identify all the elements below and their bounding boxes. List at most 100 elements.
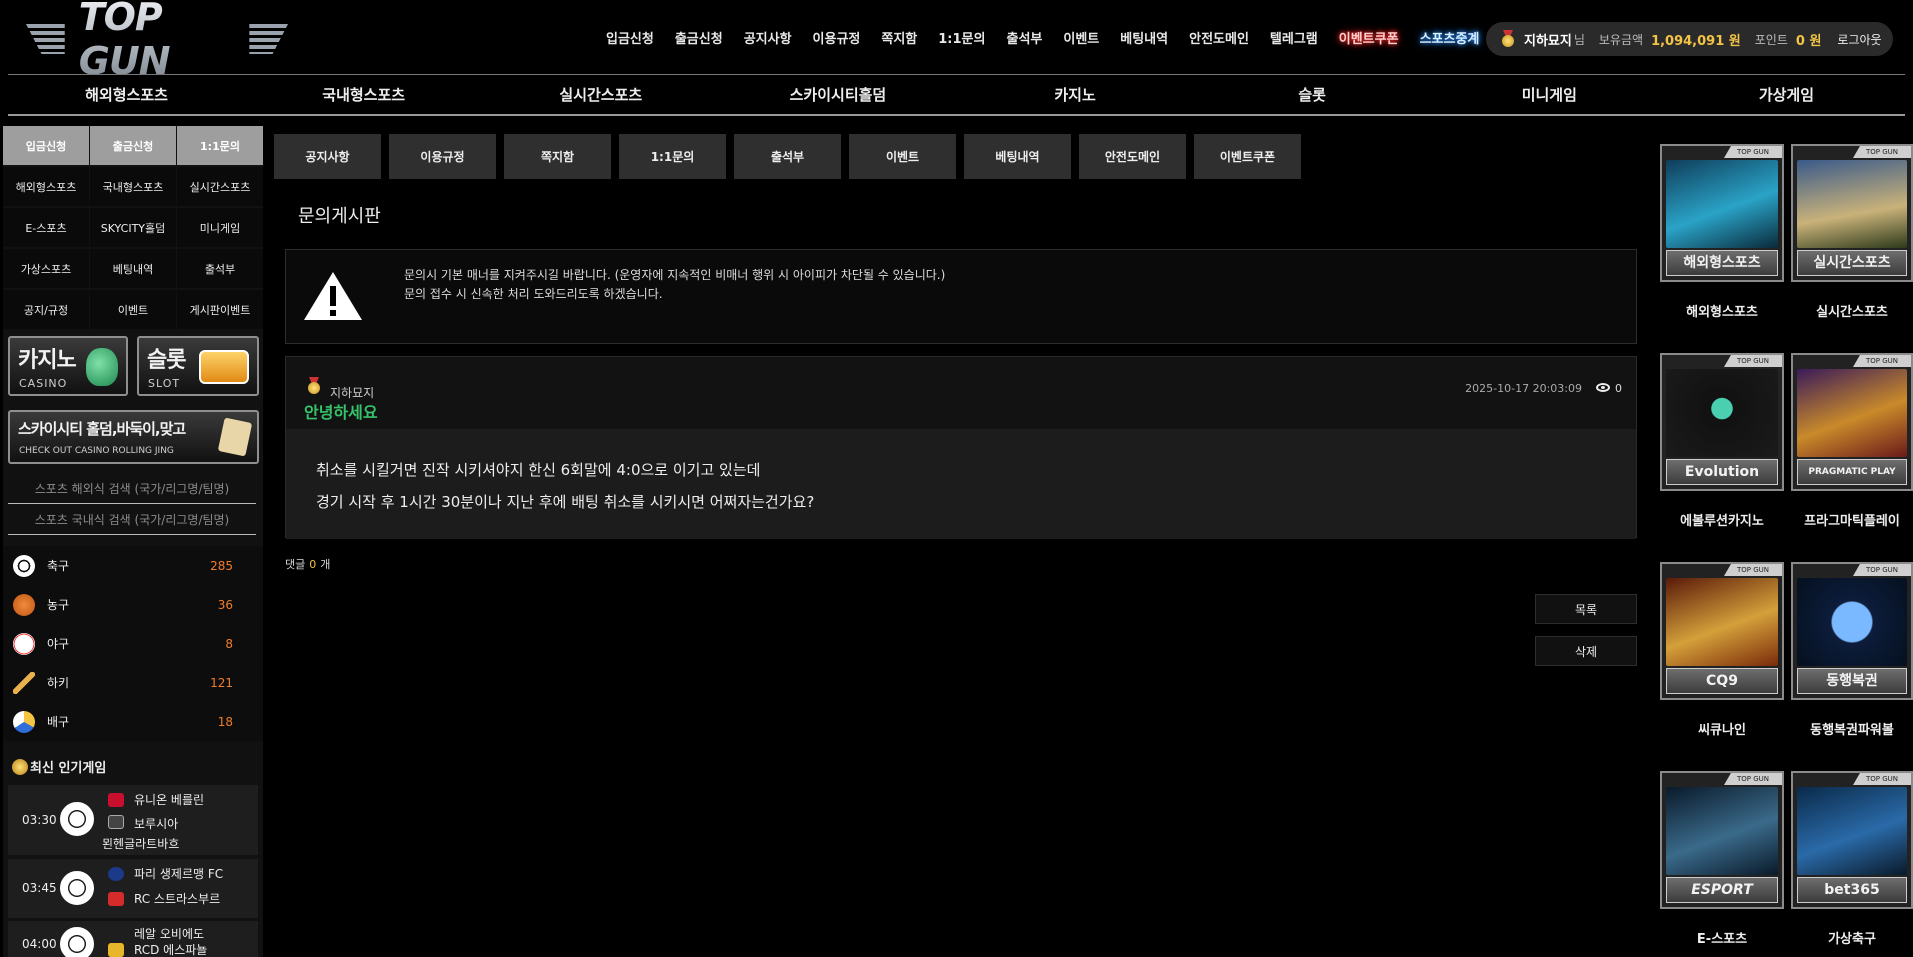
- slot-banner[interactable]: 슬롯 SLOT: [137, 336, 259, 396]
- sport-item-hockey[interactable]: 하키 121: [3, 663, 263, 702]
- tab-event-coupon[interactable]: 이벤트쿠폰: [1194, 134, 1301, 179]
- sidebar-deposit[interactable]: 입금신청: [3, 126, 89, 165]
- tab-notice[interactable]: 공지사항: [274, 134, 381, 179]
- tile-label: 해외형스포츠: [1686, 305, 1758, 320]
- site-logo[interactable]: TOP GUN: [26, 0, 289, 83]
- topnav-attendance[interactable]: 출석부: [1006, 28, 1042, 47]
- sidebar-inquiry[interactable]: 1:1문의: [177, 126, 263, 165]
- sidebar-event[interactable]: 이벤트: [90, 290, 176, 329]
- domestic-search[interactable]: 스포츠 국내식 검색 (국가/리그명/팀명): [8, 505, 256, 535]
- tile-label: 동행복권파워볼: [1810, 723, 1894, 738]
- category-virtual-game[interactable]: 가상게임: [1668, 76, 1905, 114]
- sidebar-overseas-sports[interactable]: 해외형스포츠: [3, 167, 89, 206]
- topnav-bet-history[interactable]: 베팅내역: [1120, 28, 1168, 47]
- topnav-deposit[interactable]: 입금신청: [606, 28, 654, 47]
- topnav-withdraw[interactable]: 출금신청: [675, 28, 723, 47]
- category-overseas-sports[interactable]: 해외형스포츠: [8, 76, 245, 114]
- money-bag-icon: [86, 348, 118, 386]
- topnav-safe-domain[interactable]: 안전도메인: [1189, 28, 1249, 47]
- tile-pragmatic-play[interactable]: TOP GUN PRAGMATIC PLAY: [1791, 353, 1913, 491]
- category-minigame[interactable]: 미니게임: [1431, 76, 1668, 114]
- balance-value: 1,094,091 원: [1651, 33, 1741, 49]
- sport-item-soccer[interactable]: 축구 285: [3, 546, 263, 585]
- sidebar-notice-rules[interactable]: 공지/규정: [3, 290, 89, 329]
- tab-safe-domain[interactable]: 안전도메인: [1079, 134, 1186, 179]
- topnav-event[interactable]: 이벤트: [1063, 28, 1099, 47]
- popular-game-row[interactable]: 03:45 파리 생제르맹 FC RC 스트라스부르: [8, 859, 258, 918]
- evolution-image: [1666, 369, 1778, 457]
- home-team: 파리 생제르맹 FC: [134, 867, 224, 881]
- topnav-notice[interactable]: 공지사항: [744, 28, 792, 47]
- topnav-telegram[interactable]: 텔레그램: [1270, 28, 1318, 47]
- points-label: 포인트: [1754, 32, 1788, 47]
- sidebar-attendance[interactable]: 출석부: [177, 249, 263, 288]
- sport-item-volleyball[interactable]: 배구 18: [3, 702, 263, 741]
- category-divider: [8, 114, 1905, 116]
- slot-banner-subtitle: SLOT: [148, 377, 181, 390]
- tab-messages[interactable]: 쪽지함: [504, 134, 611, 179]
- medal-icon: [306, 377, 322, 395]
- soccer-ball-icon: [60, 871, 94, 905]
- topnav-event-coupon[interactable]: 이벤트쿠폰: [1339, 28, 1399, 47]
- away-team: RCD 에스파뇰: [134, 943, 208, 957]
- topnav-messages[interactable]: 쪽지함: [881, 28, 917, 47]
- topnav-sports-live[interactable]: 스포츠중계: [1420, 28, 1480, 47]
- baseball-player-image: [1797, 160, 1907, 248]
- tab-rules[interactable]: 이용규정: [389, 134, 496, 179]
- sidebar-withdraw[interactable]: 출금신청: [90, 126, 176, 165]
- sidebar-minigame[interactable]: 미니게임: [177, 208, 263, 247]
- tile-tag: TOP GUN: [1724, 355, 1782, 367]
- tile-cq9[interactable]: TOP GUN CQ9: [1660, 562, 1784, 700]
- casino-banner[interactable]: 카지노 CASINO: [8, 336, 128, 396]
- topnav-inquiry[interactable]: 1:1문의: [938, 28, 985, 47]
- sidebar-skycity-holdem[interactable]: SKYCITY홀덤: [90, 208, 176, 247]
- tile-powerball[interactable]: TOP GUN 동행복권: [1791, 562, 1913, 700]
- category-skycity-holdem[interactable]: 스카이시티홀덤: [719, 76, 956, 114]
- tab-attendance[interactable]: 출석부: [734, 134, 841, 179]
- tile-esports[interactable]: TOP GUN ESPORT: [1660, 771, 1784, 909]
- tile-overseas-sports[interactable]: TOP GUN 해외형스포츠: [1660, 144, 1784, 282]
- tile-evolution-casino[interactable]: TOP GUN Evolution: [1660, 353, 1784, 491]
- sidebar-virtual-sports[interactable]: 가상스포츠: [3, 249, 89, 288]
- sidebar-board-event[interactable]: 게시판이벤트: [177, 290, 263, 329]
- tab-inquiry[interactable]: 1:1문의: [619, 134, 726, 179]
- sidebar-esports[interactable]: E-스포츠: [3, 208, 89, 247]
- league-of-legends-image: [1666, 787, 1778, 875]
- sidebar-domestic-sports[interactable]: 국내형스포츠: [90, 167, 176, 206]
- skycity-banner[interactable]: 스카이시티 홀덤,바둑이,맞고 CHECK OUT CASINO ROLLING…: [8, 410, 259, 464]
- sport-name: 농구: [47, 598, 70, 612]
- popular-game-row[interactable]: 04:00 레알 오비에도 RCD 에스파뇰: [8, 921, 258, 957]
- board-tabs: 공지사항 이용규정 쪽지함 1:1문의 출석부 이벤트 베팅내역 안전도메인 이…: [274, 134, 1301, 179]
- comment-unit: 개: [320, 558, 331, 571]
- topnav-rules[interactable]: 이용규정: [813, 28, 861, 47]
- overseas-search[interactable]: 스포츠 해외식 검색 (국가/리그명/팀명): [8, 474, 256, 504]
- tile-caption: 해외형스포츠: [1666, 250, 1778, 276]
- category-casino[interactable]: 카지노: [957, 76, 1194, 114]
- category-slot[interactable]: 슬롯: [1194, 76, 1431, 114]
- category-live-sports[interactable]: 실시간스포츠: [482, 76, 719, 114]
- slot-banner-title: 슬롯: [147, 348, 186, 373]
- delete-button[interactable]: 삭제: [1535, 636, 1637, 666]
- tab-bet-history[interactable]: 베팅내역: [964, 134, 1071, 179]
- logout-button[interactable]: 로그아웃: [1837, 31, 1881, 48]
- tile-caption: ESPORT: [1666, 877, 1778, 903]
- sidebar-bet-history[interactable]: 베팅내역: [90, 249, 176, 288]
- tile-live-sports[interactable]: TOP GUN 실시간스포츠: [1791, 144, 1913, 282]
- pragmatic-image: [1797, 369, 1907, 457]
- tile-virtual-soccer[interactable]: TOP GUN bet365: [1791, 771, 1913, 909]
- sport-item-baseball[interactable]: 야구 8: [3, 624, 263, 663]
- logo-text: TOP GUN: [79, 0, 236, 83]
- tile-tag: TOP GUN: [1853, 355, 1911, 367]
- tab-event[interactable]: 이벤트: [849, 134, 956, 179]
- post-subject: 안녕하세요: [304, 403, 378, 422]
- category-domestic-sports[interactable]: 국내형스포츠: [245, 76, 482, 114]
- user-suffix: 님: [1573, 32, 1585, 47]
- tile-label: E-스포츠: [1696, 932, 1748, 947]
- list-button[interactable]: 목록: [1535, 594, 1637, 624]
- user-info-bar: 지하묘지 님 보유금액 1,094,091 원 포인트 0 원 로그아웃: [1486, 22, 1893, 56]
- casino-banner-title: 카지노: [18, 348, 77, 373]
- popular-game-row[interactable]: 03:30 유니온 베를린 보루시아 묀헨글라트바흐: [8, 785, 258, 855]
- sidebar-live-sports[interactable]: 실시간스포츠: [177, 167, 263, 206]
- tile-caption: CQ9: [1666, 668, 1778, 694]
- sport-item-basketball[interactable]: 농구 36: [3, 585, 263, 624]
